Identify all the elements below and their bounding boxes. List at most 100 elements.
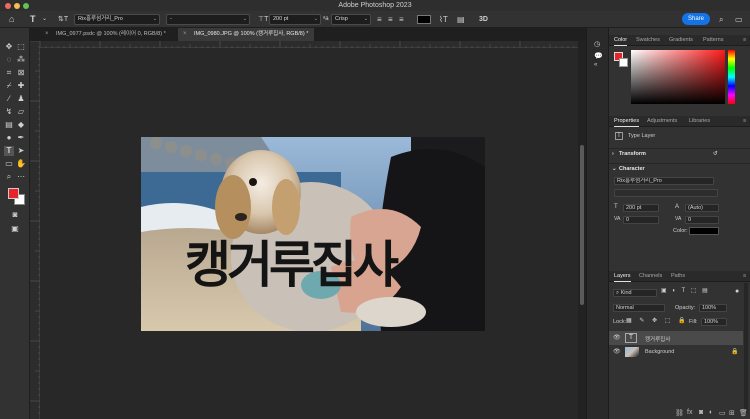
character-panel-icon[interactable]: ▤ bbox=[457, 14, 465, 25]
character-font-family-select[interactable]: Rix홍루섬거리_Pro bbox=[614, 177, 714, 185]
orientation-toggle-icon[interactable]: ⇅T bbox=[58, 14, 68, 25]
align-left-icon[interactable]: ≡ bbox=[377, 14, 382, 25]
share-button[interactable]: Share bbox=[682, 13, 710, 25]
warp-text-icon[interactable]: ⌇T bbox=[439, 14, 448, 25]
new-group-icon[interactable]: ▭ bbox=[719, 409, 726, 417]
tab-color[interactable]: Color bbox=[614, 35, 628, 46]
type-tool-icon[interactable]: T bbox=[4, 146, 14, 156]
history-brush-icon[interactable]: ↯ bbox=[4, 107, 14, 117]
lasso-tool-icon[interactable]: ◌ bbox=[4, 55, 14, 65]
adjustment-layer-icon[interactable]: ◐ bbox=[709, 409, 713, 416]
font-family-select[interactable]: Rix홍루섬거리_Pro ⌄ bbox=[74, 14, 160, 25]
screen-mode-icon[interactable]: ▣ bbox=[10, 224, 20, 234]
tab-gradients[interactable]: Gradients bbox=[669, 35, 693, 46]
font-style-select[interactable]: - ⌄ bbox=[166, 14, 250, 25]
fill-field[interactable]: 100% bbox=[701, 318, 727, 326]
tab-swatches[interactable]: Swatches bbox=[636, 35, 660, 46]
tab-patterns[interactable]: Patterns bbox=[703, 35, 723, 46]
layers-scrollbar[interactable] bbox=[744, 283, 748, 413]
tab-libraries[interactable]: Libraries bbox=[689, 116, 710, 127]
comments-icon[interactable]: 💬 bbox=[594, 52, 603, 61]
opacity-field[interactable]: 100% bbox=[699, 304, 727, 312]
3d-icon[interactable]: 3D bbox=[479, 14, 488, 25]
chevron-down-icon[interactable]: ⌄ bbox=[42, 14, 47, 25]
close-icon[interactable]: × bbox=[183, 28, 187, 41]
tab-channels[interactable]: Channels bbox=[639, 271, 662, 282]
blur-tool-icon[interactable]: ◆ bbox=[16, 120, 26, 130]
foreground-color-swatch[interactable] bbox=[8, 188, 19, 199]
layer-filter-kind-select[interactable]: ⌕ Kind bbox=[613, 289, 657, 297]
tracking-field[interactable]: 0 bbox=[685, 216, 719, 224]
minimize-window-button[interactable] bbox=[14, 3, 20, 9]
character-font-style-select[interactable] bbox=[614, 189, 718, 197]
zoom-window-button[interactable] bbox=[23, 3, 29, 9]
color-field[interactable] bbox=[631, 50, 725, 104]
panel-menu-icon[interactable]: ≡ bbox=[743, 35, 746, 46]
stamp-tool-icon[interactable]: ♟ bbox=[16, 94, 26, 104]
reset-icon[interactable]: ↺ bbox=[713, 149, 718, 160]
type-tool-preset-icon[interactable]: T bbox=[30, 14, 36, 25]
vertical-scrollbar[interactable] bbox=[578, 41, 586, 419]
blend-mode-select[interactable]: Normal bbox=[613, 304, 665, 312]
close-window-button[interactable] bbox=[5, 3, 11, 9]
eyedropper-icon[interactable]: ⌿ bbox=[4, 81, 14, 91]
layer-row-background[interactable]: 👁 Background 🔒 bbox=[609, 345, 743, 359]
dodge-tool-icon[interactable]: ● bbox=[4, 133, 14, 143]
gradient-tool-icon[interactable]: ▤ bbox=[4, 120, 14, 130]
eye-icon[interactable]: 👁 bbox=[613, 348, 621, 357]
text-color-swatch[interactable] bbox=[417, 15, 431, 24]
eye-icon[interactable]: 👁 bbox=[613, 334, 621, 343]
close-icon[interactable]: × bbox=[45, 28, 49, 41]
horizontal-ruler[interactable] bbox=[39, 41, 578, 48]
character-section[interactable]: ⌄ Character bbox=[609, 163, 750, 174]
expand-panels-icon[interactable]: « bbox=[594, 61, 597, 70]
crop-tool-icon[interactable]: ⌗ bbox=[4, 68, 14, 78]
tab-paths[interactable]: Paths bbox=[671, 271, 685, 282]
background-color-swatch[interactable] bbox=[619, 58, 628, 67]
brush-tool-icon[interactable]: ∕ bbox=[4, 94, 14, 104]
artboard-icon[interactable]: ⬚ bbox=[16, 42, 26, 52]
canvas-text-layer[interactable]: 캥거루집사 bbox=[185, 235, 399, 295]
layer-row-text[interactable]: 👁 T 캥거루집사 bbox=[609, 331, 743, 345]
link-layers-icon[interactable]: ⛓ bbox=[675, 409, 684, 417]
layer-filter-icons[interactable]: ▣ ◐ T ⬚ ▤ bbox=[661, 287, 710, 296]
panel-menu-icon[interactable]: ≡ bbox=[743, 116, 746, 127]
font-size-select[interactable]: 200 pt ⌄ bbox=[269, 14, 321, 25]
kerning-field[interactable]: 0 bbox=[623, 216, 659, 224]
tab-layers[interactable]: Layers bbox=[614, 271, 631, 282]
quick-select-icon[interactable]: ⁂ bbox=[16, 55, 26, 65]
move-tool-icon[interactable]: ✥ bbox=[4, 42, 14, 52]
tab-properties[interactable]: Properties bbox=[614, 116, 640, 127]
home-icon[interactable]: ⌂ bbox=[9, 14, 14, 25]
zoom-tool-icon[interactable]: ⌕ bbox=[4, 172, 14, 182]
fx-icon[interactable]: fx bbox=[687, 409, 692, 416]
rectangle-tool-icon[interactable]: ▭ bbox=[4, 159, 14, 169]
delete-layer-icon[interactable]: 🗑 bbox=[739, 409, 748, 417]
hue-slider[interactable] bbox=[728, 50, 735, 104]
search-icon[interactable]: ⌕ bbox=[719, 14, 723, 25]
transform-section[interactable]: › Transform ↺ bbox=[609, 148, 750, 159]
hand-tool-icon[interactable]: ✋ bbox=[16, 159, 26, 169]
history-icon[interactable]: ◷ bbox=[594, 40, 600, 49]
align-right-icon[interactable]: ≡ bbox=[399, 14, 404, 25]
lock-options-icons[interactable]: ▦ ✎ ✥ ⬚ 🔒 bbox=[626, 317, 689, 326]
frame-tool-icon[interactable]: ⊠ bbox=[16, 68, 26, 78]
add-mask-icon[interactable]: ◙ bbox=[699, 409, 703, 416]
pen-tool-icon[interactable]: ✒ bbox=[16, 133, 26, 143]
tab-img-0980[interactable]: × IMG_0980.JPG @ 100% (캥거루집사, RGB/8) * bbox=[178, 28, 314, 41]
align-center-icon[interactable]: ≡ bbox=[388, 14, 393, 25]
tab-img-0977[interactable]: × IMG_0977.psdc @ 100% (레이어 0, RGB/8) * bbox=[40, 28, 176, 41]
antialias-select[interactable]: Crisp ⌄ bbox=[331, 14, 371, 25]
scroll-thumb[interactable] bbox=[580, 145, 584, 305]
path-select-icon[interactable]: ➤ bbox=[16, 146, 26, 156]
character-color-swatch[interactable] bbox=[689, 227, 719, 235]
eraser-icon[interactable]: ▱ bbox=[16, 107, 26, 117]
character-font-size-field[interactable]: 200 pt bbox=[623, 204, 659, 212]
workspace-icon[interactable]: ▭ bbox=[735, 14, 743, 25]
leading-field[interactable]: (Auto) bbox=[685, 204, 719, 212]
more-tools-icon[interactable]: ⋯ bbox=[16, 172, 26, 182]
panel-menu-icon[interactable]: ≡ bbox=[743, 271, 746, 282]
tab-adjustments[interactable]: Adjustments bbox=[647, 116, 677, 127]
quick-mask-icon[interactable]: ◙ bbox=[10, 210, 20, 220]
vertical-ruler[interactable] bbox=[30, 40, 40, 419]
